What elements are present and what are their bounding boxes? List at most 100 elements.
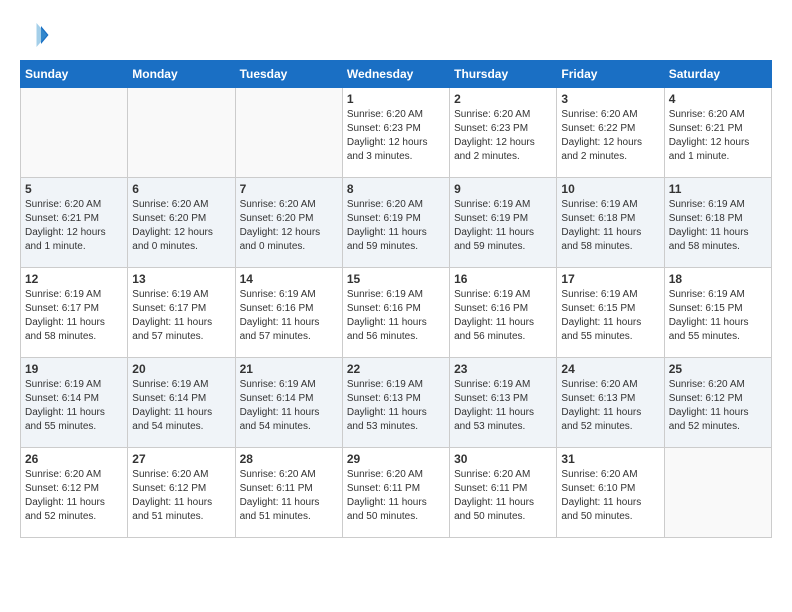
calendar-cell: 9 Sunrise: 6:19 AM Sunset: 6:19 PM Daylig… <box>450 178 557 268</box>
weekday-header-tuesday: Tuesday <box>235 61 342 88</box>
day-info: Sunrise: 6:19 AM Sunset: 6:17 PM Dayligh… <box>25 288 123 344</box>
day-number: 30 <box>454 452 552 466</box>
calendar-week-5: 26 Sunrise: 6:20 AM Sunset: 6:12 PM Dayli… <box>21 448 772 538</box>
day-number: 18 <box>669 272 767 286</box>
day-info: Sunrise: 6:19 AM Sunset: 6:16 PM Dayligh… <box>240 288 338 344</box>
calendar-cell: 21Sunrise: 6:19 AM Sunset: 6:14 PM Dayli… <box>235 358 342 448</box>
day-number: 19 <box>25 362 123 376</box>
calendar-cell: 30 Sunrise: 6:20 AM Sunset: 6:11 PM Dayli… <box>450 448 557 538</box>
weekday-header-friday: Friday <box>557 61 664 88</box>
calendar-cell: 27 Sunrise: 6:20 AM Sunset: 6:12 PM Dayli… <box>128 448 235 538</box>
day-info: Sunrise: 6:19 AM Sunset: 6:16 PM Dayligh… <box>347 288 445 344</box>
day-number: 10 <box>561 182 659 196</box>
calendar-week-1: 1 Sunrise: 6:20 AM Sunset: 6:23 PM Daylig… <box>21 88 772 178</box>
day-info: Sunrise: 6:19 AM Sunset: 6:15 PM Dayligh… <box>669 288 767 344</box>
day-info: Sunrise: 6:19 AM Sunset: 6:19 PM Dayligh… <box>454 198 552 254</box>
day-number: 25 <box>669 362 767 376</box>
day-number: 6 <box>132 182 230 196</box>
calendar-cell: 10 Sunrise: 6:19 AM Sunset: 6:18 PM Dayli… <box>557 178 664 268</box>
calendar-cell: 23Sunrise: 6:19 AM Sunset: 6:13 PM Dayli… <box>450 358 557 448</box>
logo-icon <box>20 20 50 50</box>
day-info: Sunrise: 6:19 AM Sunset: 6:18 PM Dayligh… <box>669 198 767 254</box>
weekday-header-monday: Monday <box>128 61 235 88</box>
calendar-cell: 17 Sunrise: 6:19 AM Sunset: 6:15 PM Dayli… <box>557 268 664 358</box>
day-info: Sunrise: 6:20 AM Sunset: 6:12 PM Dayligh… <box>132 468 230 524</box>
day-number: 11 <box>669 182 767 196</box>
day-info: Sunrise: 6:20 AM Sunset: 6:20 PM Dayligh… <box>240 198 338 254</box>
day-info: Sunrise: 6:20 AM Sunset: 6:23 PM Dayligh… <box>454 108 552 164</box>
calendar-week-2: 5 Sunrise: 6:20 AM Sunset: 6:21 PM Daylig… <box>21 178 772 268</box>
calendar-cell: 8 Sunrise: 6:20 AM Sunset: 6:19 PM Daylig… <box>342 178 449 268</box>
day-number: 9 <box>454 182 552 196</box>
calendar-cell: 4 Sunrise: 6:20 AM Sunset: 6:21 PM Daylig… <box>664 88 771 178</box>
day-number: 12 <box>25 272 123 286</box>
weekday-header-wednesday: Wednesday <box>342 61 449 88</box>
day-info: Sunrise: 6:20 AM Sunset: 6:12 PM Dayligh… <box>669 378 767 434</box>
weekday-header-thursday: Thursday <box>450 61 557 88</box>
day-info: Sunrise: 6:19 AM Sunset: 6:16 PM Dayligh… <box>454 288 552 344</box>
day-number: 31 <box>561 452 659 466</box>
calendar-cell: 19 Sunrise: 6:19 AM Sunset: 6:14 PM Dayli… <box>21 358 128 448</box>
day-info: Sunrise: 6:19 AM Sunset: 6:13 PM Dayligh… <box>454 378 552 434</box>
day-info: Sunrise: 6:19 AM Sunset: 6:13 PM Dayligh… <box>347 378 445 434</box>
calendar-cell <box>235 88 342 178</box>
day-info: Sunrise: 6:20 AM Sunset: 6:11 PM Dayligh… <box>240 468 338 524</box>
day-number: 28 <box>240 452 338 466</box>
calendar-cell: 18 Sunrise: 6:19 AM Sunset: 6:15 PM Dayli… <box>664 268 771 358</box>
calendar-cell: 16 Sunrise: 6:19 AM Sunset: 6:16 PM Dayli… <box>450 268 557 358</box>
calendar-cell <box>664 448 771 538</box>
day-number: 1 <box>347 92 445 106</box>
day-number: 26 <box>25 452 123 466</box>
calendar-week-4: 19 Sunrise: 6:19 AM Sunset: 6:14 PM Dayli… <box>21 358 772 448</box>
calendar-cell: 24 Sunrise: 6:20 AM Sunset: 6:13 PM Dayli… <box>557 358 664 448</box>
calendar-cell: 13 Sunrise: 6:19 AM Sunset: 6:17 PM Dayli… <box>128 268 235 358</box>
day-number: 3 <box>561 92 659 106</box>
page-header <box>20 20 772 50</box>
day-number: 16 <box>454 272 552 286</box>
calendar-cell: 5 Sunrise: 6:20 AM Sunset: 6:21 PM Daylig… <box>21 178 128 268</box>
calendar-cell: 14 Sunrise: 6:19 AM Sunset: 6:16 PM Dayli… <box>235 268 342 358</box>
logo <box>20 20 54 50</box>
day-number: 20 <box>132 362 230 376</box>
day-info: Sunrise: 6:20 AM Sunset: 6:21 PM Dayligh… <box>669 108 767 164</box>
calendar-cell: 22 Sunrise: 6:19 AM Sunset: 6:13 PM Dayli… <box>342 358 449 448</box>
calendar-table: SundayMondayTuesdayWednesdayThursdayFrid… <box>20 60 772 538</box>
day-number: 4 <box>669 92 767 106</box>
calendar-cell: 29 Sunrise: 6:20 AM Sunset: 6:11 PM Dayli… <box>342 448 449 538</box>
day-info: Sunrise: 6:20 AM Sunset: 6:13 PM Dayligh… <box>561 378 659 434</box>
day-info: Sunrise: 6:20 AM Sunset: 6:20 PM Dayligh… <box>132 198 230 254</box>
day-info: Sunrise: 6:20 AM Sunset: 6:10 PM Dayligh… <box>561 468 659 524</box>
day-number: 14 <box>240 272 338 286</box>
day-number: 5 <box>25 182 123 196</box>
day-info: Sunrise: 6:20 AM Sunset: 6:23 PM Dayligh… <box>347 108 445 164</box>
calendar-cell: 31 Sunrise: 6:20 AM Sunset: 6:10 PM Dayli… <box>557 448 664 538</box>
day-number: 15 <box>347 272 445 286</box>
day-number: 8 <box>347 182 445 196</box>
calendar-cell: 6 Sunrise: 6:20 AM Sunset: 6:20 PM Daylig… <box>128 178 235 268</box>
day-number: 17 <box>561 272 659 286</box>
day-info: Sunrise: 6:19 AM Sunset: 6:14 PM Dayligh… <box>132 378 230 434</box>
day-info: Sunrise: 6:19 AM Sunset: 6:18 PM Dayligh… <box>561 198 659 254</box>
day-info: Sunrise: 6:19 AM Sunset: 6:14 PM Dayligh… <box>240 378 338 434</box>
day-info: Sunrise: 6:19 AM Sunset: 6:14 PM Dayligh… <box>25 378 123 434</box>
weekday-header-sunday: Sunday <box>21 61 128 88</box>
day-number: 29 <box>347 452 445 466</box>
day-info: Sunrise: 6:20 AM Sunset: 6:11 PM Dayligh… <box>454 468 552 524</box>
day-number: 22 <box>347 362 445 376</box>
calendar-cell: 25 Sunrise: 6:20 AM Sunset: 6:12 PM Dayli… <box>664 358 771 448</box>
day-info: Sunrise: 6:20 AM Sunset: 6:21 PM Dayligh… <box>25 198 123 254</box>
calendar-cell: 20 Sunrise: 6:19 AM Sunset: 6:14 PM Dayli… <box>128 358 235 448</box>
day-info: Sunrise: 6:19 AM Sunset: 6:17 PM Dayligh… <box>132 288 230 344</box>
day-info: Sunrise: 6:20 AM Sunset: 6:19 PM Dayligh… <box>347 198 445 254</box>
day-number: 27 <box>132 452 230 466</box>
day-number: 13 <box>132 272 230 286</box>
day-number: 24 <box>561 362 659 376</box>
calendar-cell <box>21 88 128 178</box>
calendar-cell: 28 Sunrise: 6:20 AM Sunset: 6:11 PM Dayli… <box>235 448 342 538</box>
day-info: Sunrise: 6:20 AM Sunset: 6:11 PM Dayligh… <box>347 468 445 524</box>
calendar-week-3: 12 Sunrise: 6:19 AM Sunset: 6:17 PM Dayli… <box>21 268 772 358</box>
day-info: Sunrise: 6:19 AM Sunset: 6:15 PM Dayligh… <box>561 288 659 344</box>
day-info: Sunrise: 6:20 AM Sunset: 6:22 PM Dayligh… <box>561 108 659 164</box>
calendar-cell <box>128 88 235 178</box>
calendar-cell: 15 Sunrise: 6:19 AM Sunset: 6:16 PM Dayli… <box>342 268 449 358</box>
